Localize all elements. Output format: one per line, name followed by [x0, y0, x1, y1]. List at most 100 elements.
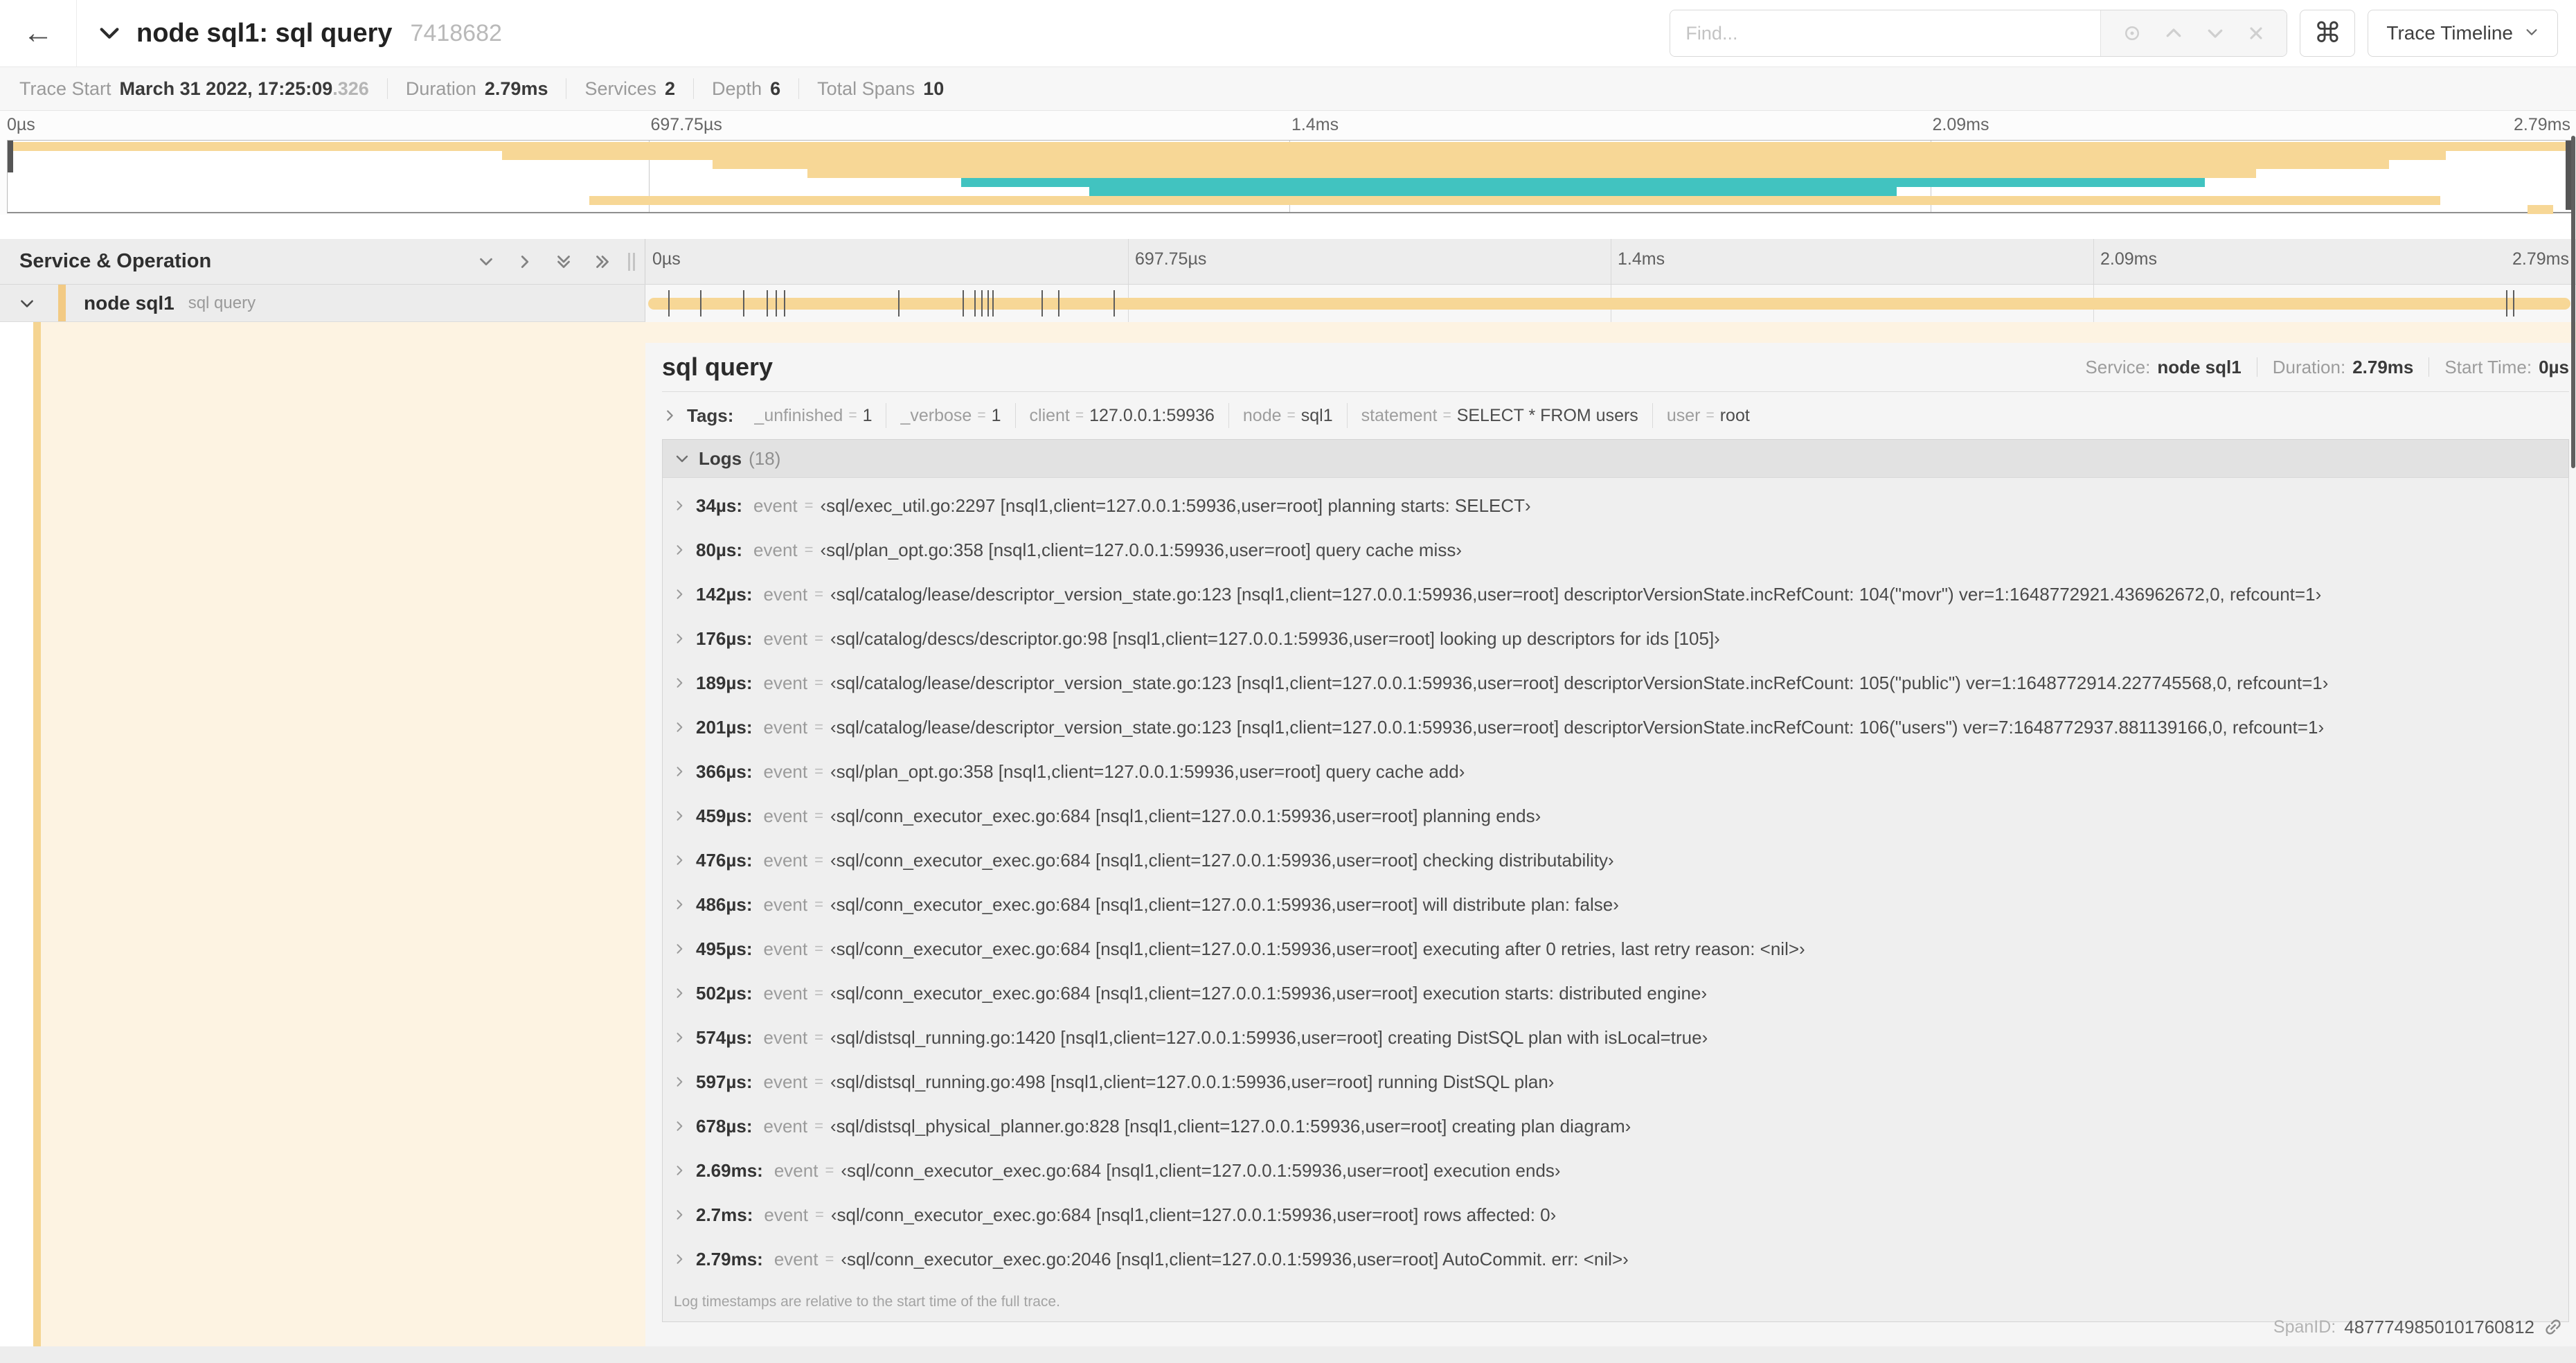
find-controls: [2100, 10, 2287, 56]
log-value: ‹sql/distsql_running.go:1420 [nsql1,clie…: [830, 1026, 1708, 1048]
equals-sign: =: [814, 896, 823, 913]
log-field-name: event: [763, 672, 808, 693]
keyboard-shortcuts-button[interactable]: ⌘: [2300, 10, 2356, 57]
log-row[interactable]: 574µs: event = ‹sql/distsql_running.go:1420…: [663, 1015, 2568, 1060]
log-marker-tick: [1113, 290, 1116, 317]
collapse-trace-chevron-icon[interactable]: [98, 21, 121, 45]
log-marker-tick: [1041, 290, 1044, 317]
find-input[interactable]: [1670, 10, 2101, 56]
minimap-right-handle[interactable]: [2566, 141, 2571, 210]
span-bar-cell: [645, 285, 2576, 322]
expand-all-double-chevron-right-icon[interactable]: [592, 251, 613, 272]
detail-meta-label: Start Time:: [2444, 356, 2532, 377]
log-row[interactable]: 459µs: event = ‹sql/conn_executor_exec.go:6…: [663, 794, 2568, 838]
log-chevron-right-icon: [672, 1208, 686, 1222]
log-field-name: event: [763, 716, 808, 738]
scrollbar-thumb[interactable]: [2571, 136, 2575, 468]
log-row[interactable]: 2.7ms: event = ‹sql/conn_executor_exec.go:6…: [663, 1193, 2568, 1237]
minimap-canvas[interactable]: [7, 140, 2572, 214]
log-row[interactable]: 189µs: event = ‹sql/catalog/lease/descripto…: [663, 661, 2568, 705]
page-title: node sql1: sql query: [136, 18, 393, 48]
logs-list: 34µs: event = ‹sql/exec_util.go:2297 [nsql1…: [663, 478, 2568, 1281]
log-row[interactable]: 678µs: event = ‹sql/distsql_physical_planne…: [663, 1104, 2568, 1148]
tag-value: root: [1719, 405, 1750, 425]
summary-value: 2.79ms: [484, 78, 548, 99]
log-row[interactable]: 597µs: event = ‹sql/distsql_running.go:498 …: [663, 1060, 2568, 1104]
ruler-tick-label: 2.09ms: [2100, 249, 2157, 269]
back-button[interactable]: ←: [0, 0, 77, 66]
log-timestamp: 678µs:: [696, 1115, 753, 1137]
log-value: ‹sql/catalog/lease/descriptor_version_st…: [830, 716, 2325, 738]
summary-item: Depth 6: [712, 78, 780, 100]
equals-sign: =: [814, 630, 823, 647]
log-row[interactable]: 34µs: event = ‹sql/exec_util.go:2297 [nsql1…: [663, 483, 2568, 528]
log-chevron-right-icon: [672, 1031, 686, 1044]
equals-sign: =: [814, 1028, 823, 1046]
logs-count: (18): [749, 447, 781, 469]
service-operation-header: Service & Operation: [0, 239, 645, 284]
back-arrow-icon: ←: [23, 16, 53, 50]
log-timestamp: 597µs:: [696, 1071, 753, 1092]
equals-sign: =: [815, 1206, 824, 1223]
log-marker-tick: [974, 290, 976, 317]
log-row[interactable]: 486µs: event = ‹sql/conn_executor_exec.go:6…: [663, 882, 2568, 927]
logs-accordion: Logs (18) 34µs: event = ‹sql/exec_util.go:2…: [662, 439, 2569, 1322]
log-chevron-right-icon: [672, 942, 686, 956]
log-row[interactable]: 2.79ms: event = ‹sql/conn_executor_exec.go:…: [663, 1237, 2568, 1281]
collapse-one-chevron-down-icon[interactable]: [476, 251, 497, 272]
minimap-tick-label: 1.4ms: [1291, 115, 1339, 134]
view-selector-button[interactable]: Trace Timeline: [2368, 10, 2558, 57]
log-row[interactable]: 502µs: event = ‹sql/conn_executor_exec.go:6…: [663, 971, 2568, 1015]
minimap-span-bar: [1089, 187, 1897, 196]
locate-icon[interactable]: [2122, 23, 2143, 44]
clear-search-icon[interactable]: [2246, 24, 2266, 43]
equals-sign: =: [977, 407, 986, 423]
equals-sign: =: [848, 407, 857, 423]
header-actions: ⌘ Trace Timeline: [1670, 10, 2558, 57]
span-duration-bar[interactable]: [648, 298, 2570, 310]
span-row: node sql1 sql query: [0, 285, 2576, 322]
log-marker-tick: [775, 290, 777, 317]
log-row[interactable]: 366µs: event = ‹sql/plan_opt.go:358 [nsql1,…: [663, 749, 2568, 794]
tag-item: _unfinished = 1: [740, 403, 887, 428]
tags-accordion[interactable]: Tags: _unfinished = 1 _verbose = 1 client = 127.0…: [662, 396, 2569, 435]
column-resizer-grip[interactable]: [628, 252, 635, 271]
log-chevron-right-icon: [672, 986, 686, 1000]
log-chevron-right-icon: [672, 632, 686, 645]
chevron-down-icon: [2524, 22, 2539, 44]
log-row[interactable]: 201µs: event = ‹sql/catalog/lease/descripto…: [663, 705, 2568, 749]
log-marker-tick: [987, 290, 989, 317]
log-row[interactable]: 2.69ms: event = ‹sql/conn_executor_exec.go:…: [663, 1148, 2568, 1193]
log-timestamp: 459µs:: [696, 805, 753, 826]
log-value: ‹sql/conn_executor_exec.go:684 [nsql1,cl…: [830, 982, 1708, 1004]
collapse-all-double-chevron-down-icon[interactable]: [553, 251, 574, 272]
summary-value: 10: [923, 78, 945, 99]
prev-match-chevron-up-icon[interactable]: [2163, 23, 2184, 44]
minimap-left-handle[interactable]: [8, 141, 13, 172]
span-name-cell[interactable]: node sql1 sql query: [0, 285, 645, 322]
log-row[interactable]: 495µs: event = ‹sql/conn_executor_exec.go:6…: [663, 927, 2568, 971]
next-match-chevron-down-icon[interactable]: [2205, 23, 2226, 44]
tag-item: statement = SELECT * FROM users: [1348, 403, 1653, 428]
tag-key: node: [1242, 405, 1282, 425]
log-row[interactable]: 476µs: event = ‹sql/conn_executor_exec.go:6…: [663, 838, 2568, 882]
equals-sign: =: [804, 541, 814, 558]
log-timestamp: 366µs:: [696, 760, 753, 782]
minimap-span-bar: [807, 169, 2256, 178]
summary-label: Services: [584, 78, 656, 99]
minimap-tick-label: 0µs: [7, 115, 35, 134]
equals-sign: =: [814, 851, 823, 868]
detail-meta-label: Service:: [2085, 356, 2151, 377]
tag-item: user = root: [1653, 403, 1764, 428]
link-icon[interactable]: [2539, 1312, 2568, 1342]
logs-header[interactable]: Logs (18): [663, 440, 2568, 478]
log-row[interactable]: 176µs: event = ‹sql/catalog/descs/descripto…: [663, 616, 2568, 661]
log-chevron-right-icon: [672, 1252, 686, 1266]
log-row[interactable]: 142µs: event = ‹sql/catalog/lease/descripto…: [663, 572, 2568, 616]
log-row[interactable]: 80µs: event = ‹sql/plan_opt.go:358 [nsql1,c…: [663, 528, 2568, 572]
log-value: ‹sql/exec_util.go:2297 [nsql1,client=127…: [820, 495, 1531, 516]
log-timestamp: 502µs:: [696, 982, 753, 1004]
expand-one-chevron-right-icon[interactable]: [515, 251, 535, 272]
span-collapse-chevron-down-icon[interactable]: [18, 294, 36, 312]
detail-meta-value: 0µs: [2539, 356, 2569, 377]
